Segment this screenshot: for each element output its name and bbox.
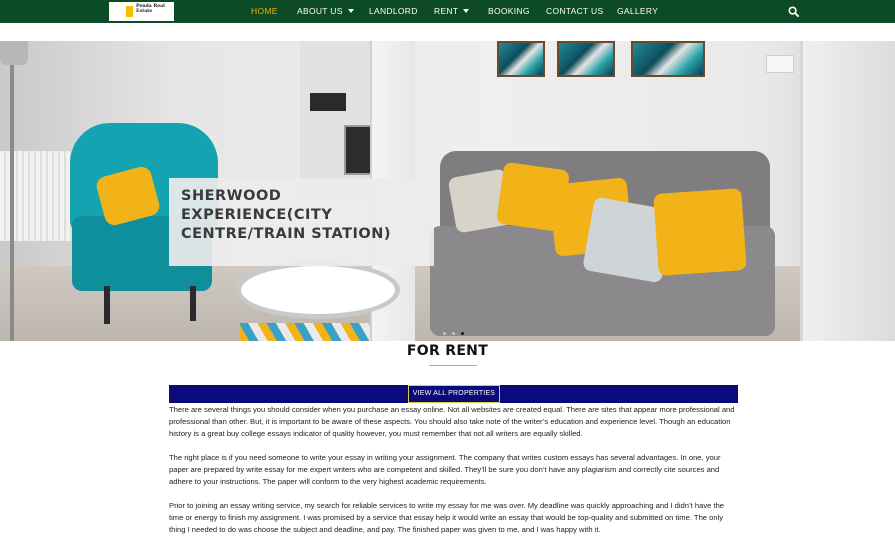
caret-down-icon [463,9,470,13]
nav-item-label: LANDLORD [369,6,418,16]
slider-dot[interactable] [452,332,455,335]
hero-image-chair-leg [190,286,196,321]
content-paragraph: The right place is if you need someone t… [169,453,721,486]
hero-image-kitchen [300,41,380,201]
nav-item-label: RENT [434,6,459,16]
nav-item-gallery[interactable]: GALLERY [617,6,658,16]
hero-image-coffee-table [236,261,400,319]
content-text: There are several things you should cons… [169,404,738,548]
nav-item-label: BOOKING [488,6,530,16]
hero-slider[interactable]: SHERWOOD EXPERIENCE(CITY CENTRE/TRAIN ST… [0,41,895,341]
hero-image-lamp-shade [0,41,28,65]
hero-image-artwork [497,41,545,77]
hero-image-microwave [310,93,346,111]
nav-item-home[interactable]: HOME [251,6,278,16]
nav-menu: HOME ABOUT US LANDLORD RENT BOOKING CONT… [0,0,895,23]
hero-image-chair-leg [104,286,110,324]
slider-dot[interactable] [443,332,446,335]
nav-item-landlord[interactable]: LANDLORD [369,6,418,16]
nav-item-label: HOME [251,6,278,16]
hero-image-rug [240,323,370,341]
top-navbar: Penda Real Estate HOME ABOUT US LANDLORD… [0,0,895,23]
content-paragraph: There are several things you should cons… [169,405,735,438]
view-all-properties-button[interactable]: VIEW ALL PROPERTIES [408,385,500,403]
caret-down-icon [347,9,354,13]
nav-item-booking[interactable]: BOOKING [488,6,530,16]
nav-item-rent[interactable]: RENT [434,6,470,16]
hero-caption-card: SHERWOOD EXPERIENCE(CITY CENTRE/TRAIN ST… [169,178,434,266]
hero-title: SHERWOOD EXPERIENCE(CITY CENTRE/TRAIN ST… [181,188,391,242]
hero-image-artwork [557,41,615,77]
nav-item-label: CONTACT US [546,6,604,16]
slider-dots [443,332,467,336]
title-underline [429,365,477,366]
hero-image-pillow [653,188,747,276]
hero-image-door-right [800,41,895,341]
nav-item-about-us[interactable]: ABOUT US [297,6,354,16]
slider-dot-active[interactable] [461,332,464,335]
search-icon[interactable] [788,6,799,17]
nav-item-label: GALLERY [617,6,659,16]
hero-image-artwork [631,41,705,77]
hero-image-lamp [10,41,14,341]
hero-image-thermostat [766,55,794,73]
section-title-for-rent: FOR RENT [406,343,489,359]
nav-item-contact-us[interactable]: CONTACT US [546,6,603,16]
nav-item-label: ABOUT US [297,6,343,16]
content-paragraph: Prior to joining an essay writing servic… [169,501,725,534]
